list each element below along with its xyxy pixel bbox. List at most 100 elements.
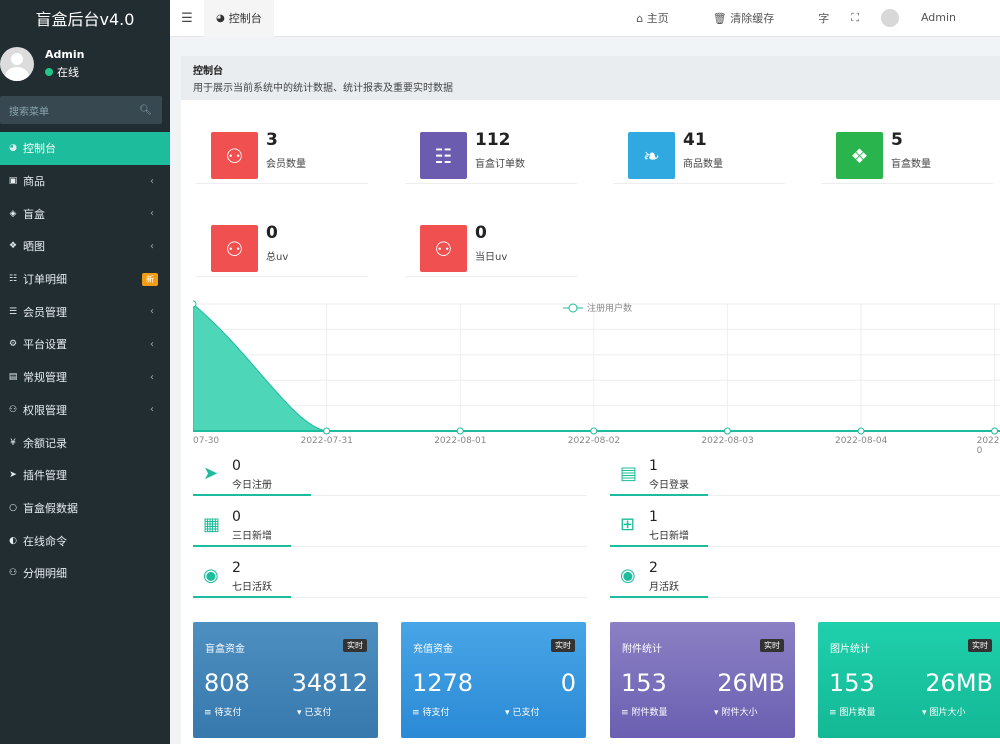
data-point xyxy=(193,300,197,308)
summary-card: 盲盒资金 实时 808 34812 ≡ 待支付 ▾ 已支付 xyxy=(193,622,378,738)
card-title: 图片统计 xyxy=(830,644,870,655)
home-link[interactable]: ⌂ 主页 xyxy=(636,10,690,26)
sidebar-item-label: 订单明细 xyxy=(23,273,67,287)
underline xyxy=(610,596,708,598)
underline xyxy=(193,545,291,547)
shopping-bag-icon: ▣ xyxy=(8,176,18,187)
card-label-primary: ≡ 待支付 xyxy=(204,708,242,718)
quick-stat: ⊞ 1 七日新增 xyxy=(610,505,1000,547)
yen-icon: ¥ xyxy=(10,437,16,448)
search-placeholder: 搜索菜单 xyxy=(9,106,49,118)
summary-card: 附件统计 实时 153 26MB ≡ 附件数量 ▾ 附件大小 xyxy=(610,622,795,738)
sidebar-item-1[interactable]: ▣ 商品 ‹ xyxy=(0,165,170,198)
card-value-primary: 153 xyxy=(829,669,875,697)
stat-tile: ⚇ 3 会员数量 xyxy=(196,122,368,184)
card-value-primary: 808 xyxy=(204,669,250,697)
x-tick-label: 2022-08-02 xyxy=(567,436,621,446)
users-icon: ⚇ xyxy=(211,132,258,179)
sidebar-item-6[interactable]: ⚙ 平台设置 ‹ xyxy=(0,328,170,361)
quick-stat-value: 2 xyxy=(649,560,658,576)
underline xyxy=(610,494,708,496)
sidebar-item-0[interactable]: ◕ 控制台 xyxy=(0,132,170,165)
x-tick-label: 2022-0 xyxy=(976,436,1000,456)
chevron-left-icon: ‹ xyxy=(150,240,154,252)
calendar-icon: ▦ xyxy=(203,514,221,535)
sidebar-item-12[interactable]: ◐ 在线命令 xyxy=(0,524,170,557)
card-value-secondary: 26MB xyxy=(717,669,785,697)
realtime-badge: 实时 xyxy=(968,639,992,652)
leaf-icon: ❧ xyxy=(628,132,675,179)
card-label-secondary: ▾ 附件大小 xyxy=(714,708,758,718)
quick-stat-label: 今日注册 xyxy=(232,480,272,491)
sidebar: 盲盒后台v4.0 Admin 在线 搜索菜单 🔍︎ ◕ 控制台 ▣ 商品 ‹ ◈ 盲盒 ‹ ❖ 晒… xyxy=(0,0,170,744)
card-title: 盲盒资金 xyxy=(205,644,245,655)
realtime-badge: 实时 xyxy=(760,639,784,652)
sidebar-item-13[interactable]: ⚇ 分佣明细 xyxy=(0,557,170,590)
sidebar-item-label: 平台设置 xyxy=(23,338,67,352)
content-header: 控制台 用于展示当前系统中的统计数据、统计报表及重要实时数据 xyxy=(181,56,1000,100)
sidebar-item-4[interactable]: ☷ 订单明细 新 xyxy=(0,263,170,296)
dashboard-panel: ⚇ 3 会员数量 ☷ 112 盲盒订单数 ❧ 41 商品数量 ❖ 5 盲盒数量 ⚇ 0 总uv ⚇ 0 当日uv … xyxy=(181,100,1000,744)
sidebar-item-9[interactable]: ¥ 余额记录 xyxy=(0,426,170,459)
stat-value: 0 xyxy=(475,223,487,243)
search-icon[interactable]: 🔍︎ xyxy=(139,105,152,116)
user-menu[interactable]: Admin xyxy=(880,9,978,27)
card-title: 充值资金 xyxy=(413,644,453,655)
card-label-primary: ≡ 附件数量 xyxy=(621,708,668,718)
group-icon: ⚇ xyxy=(8,404,18,415)
data-point xyxy=(723,427,731,435)
sidebar-item-label: 余额记录 xyxy=(23,436,67,450)
x-tick-label: 2022-07-31 xyxy=(300,436,353,446)
stat-label: 会员数量 xyxy=(266,159,306,170)
fullscreen-icon[interactable]: ⛶ xyxy=(851,11,859,25)
realtime-badge: 实时 xyxy=(343,639,367,652)
sidebar-item-label: 常规管理 xyxy=(23,371,67,385)
card-value-secondary: 34812 xyxy=(291,669,368,697)
quick-stat-value: 0 xyxy=(232,509,241,525)
users-icon: ⚇ xyxy=(420,225,467,272)
sidebar-item-8[interactable]: ⚇ 权限管理 ‹ xyxy=(0,394,170,427)
quick-stat-label: 今日登录 xyxy=(649,480,689,491)
data-point xyxy=(857,427,865,435)
user-name: Admin xyxy=(45,48,85,61)
quick-stat-value: 1 xyxy=(649,458,658,474)
database-icon: ≡ xyxy=(829,708,837,718)
x-tick-label: 07-30 xyxy=(193,436,220,446)
sidebar-item-2[interactable]: ◈ 盲盒 ‹ xyxy=(0,197,170,230)
filter-icon: ▾ xyxy=(505,708,510,718)
sidebar-item-5[interactable]: ☰ 会员管理 ‹ xyxy=(0,295,170,328)
calendar-plus-icon: ⊞ xyxy=(620,514,636,535)
filter-icon: ▾ xyxy=(922,708,927,718)
sidebar-menu: ◕ 控制台 ▣ 商品 ‹ ◈ 盲盒 ‹ ❖ 晒图 ‹ ☷ 订单明细 新 ☰ 会员管理 ‹ ⚙ 平台设置 ‹ ▤ 常规管理 ‹… xyxy=(0,132,170,590)
chevron-left-icon: ‹ xyxy=(150,208,154,220)
sidebar-item-7[interactable]: ▤ 常规管理 ‹ xyxy=(0,361,170,394)
registration-chart: 注册用户数 xyxy=(193,298,1000,450)
quick-stat-label: 七日活跃 xyxy=(232,582,272,593)
filter-icon: ▾ xyxy=(297,708,302,718)
sidebar-item-label: 控制台 xyxy=(23,142,56,156)
tab-dashboard[interactable]: ◕ 控制台 xyxy=(204,0,274,37)
data-point xyxy=(590,427,598,435)
menu-toggle-icon[interactable]: ☰ xyxy=(170,11,204,26)
online-dot-icon xyxy=(45,68,53,76)
language-icon[interactable]: 字 xyxy=(818,10,829,26)
clear-cache-button[interactable]: 🗑︎ 清除缓存 xyxy=(713,10,796,26)
sidebar-item-11[interactable]: ○ 盲盒假数据 xyxy=(0,492,170,525)
card-title: 附件统计 xyxy=(622,644,662,655)
summary-card: 充值资金 实时 1278 0 ≡ 待支付 ▾ 已支付 xyxy=(401,622,586,738)
card-value-primary: 153 xyxy=(621,669,667,697)
sidebar-item-label: 商品 xyxy=(23,175,45,189)
new-badge: 新 xyxy=(142,272,158,286)
list-icon: ☰ xyxy=(8,306,18,317)
stat-label: 商品数量 xyxy=(683,159,723,170)
app-logo[interactable]: 盲盒后台v4.0 xyxy=(0,0,170,36)
stat-label: 总uv xyxy=(266,252,289,263)
user-circle-icon: ◉ xyxy=(620,565,636,586)
sidebar-item-3[interactable]: ❖ 晒图 ‹ xyxy=(0,230,170,263)
users-icon: ⚇ xyxy=(8,568,18,579)
sidebar-item-10[interactable]: ➤ 插件管理 xyxy=(0,459,170,492)
search-input[interactable]: 搜索菜单 🔍︎ xyxy=(0,96,162,124)
stat-value: 3 xyxy=(266,130,278,150)
stat-tile: ❧ 41 商品数量 xyxy=(613,122,785,184)
underline xyxy=(193,596,291,598)
